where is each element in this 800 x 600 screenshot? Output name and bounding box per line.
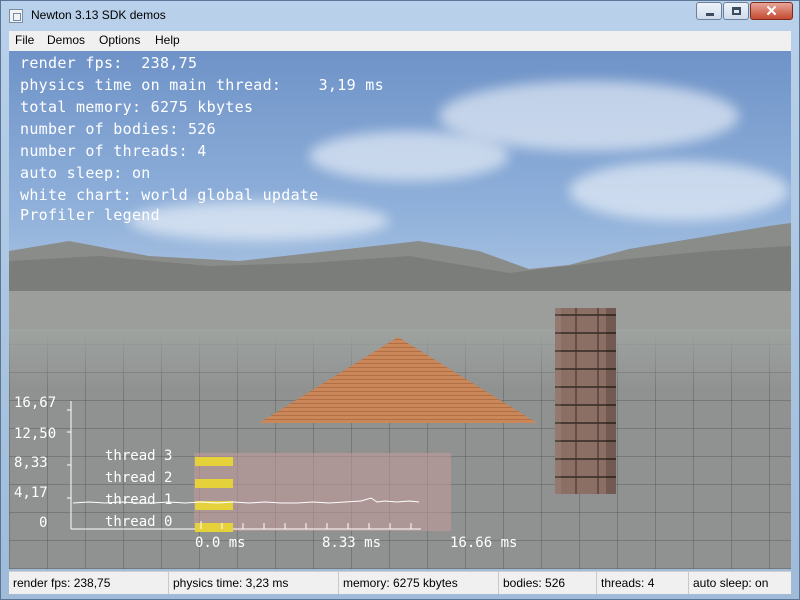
status-memory: memory: 6275 kbytes	[339, 572, 499, 594]
x-tick-label: 16.66 ms	[450, 535, 517, 551]
menu-demos[interactable]: Demos	[47, 33, 85, 47]
x-tick-label: 8.33 ms	[322, 535, 381, 551]
legend-thread-3: thread 3	[105, 448, 172, 464]
status-auto-sleep: auto sleep: on	[693, 576, 769, 590]
status-bar: render fps: 238,75 physics time: 3,23 ms…	[9, 571, 791, 594]
maximize-button[interactable]	[723, 2, 749, 20]
status-bodies: bodies: 526	[499, 572, 597, 594]
app-window: Newton 3.13 SDK demos ✕ File Demos Optio…	[0, 0, 800, 600]
menu-options[interactable]: Options	[99, 33, 140, 47]
minimize-button[interactable]	[696, 2, 722, 20]
profiler-chart: 16,67 12,50 8,33 4,17 0 thread 3 thread …	[14, 395, 517, 551]
menu-bar: File Demos Options Help	[9, 31, 791, 52]
legend-thread-2: thread 2	[105, 470, 172, 486]
legend-thread-1: thread 1	[105, 492, 172, 508]
y-tick-label: 8,33	[14, 455, 48, 471]
close-icon: ✕	[765, 3, 778, 20]
app-icon	[9, 9, 23, 23]
legend-swatch-thread-3	[195, 457, 233, 466]
status-physics-time: physics time: 3,23 ms	[169, 572, 339, 594]
title-bar[interactable]: Newton 3.13 SDK demos ✕	[1, 1, 799, 31]
y-tick-label: 4,17	[14, 485, 48, 501]
status-threads: threads: 4	[597, 572, 689, 594]
legend-swatch-thread-2	[195, 479, 233, 488]
y-tick-label: 12,50	[14, 426, 56, 442]
x-tick-label: 0.0 ms	[195, 535, 246, 551]
maximize-icon	[732, 7, 741, 15]
3d-viewport[interactable]: render fps: 238,75 physics time on main …	[9, 51, 791, 569]
menu-file[interactable]: File	[15, 33, 34, 47]
menu-help[interactable]: Help	[155, 33, 180, 47]
legend-thread-0: thread 0	[105, 514, 172, 530]
window-title: Newton 3.13 SDK demos	[31, 8, 166, 22]
close-button[interactable]: ✕	[750, 2, 793, 20]
minimize-icon	[706, 13, 714, 16]
y-tick-label: 16,67	[14, 395, 56, 411]
status-render-fps: render fps: 238,75	[9, 572, 169, 594]
y-tick-label: 0	[39, 515, 47, 531]
